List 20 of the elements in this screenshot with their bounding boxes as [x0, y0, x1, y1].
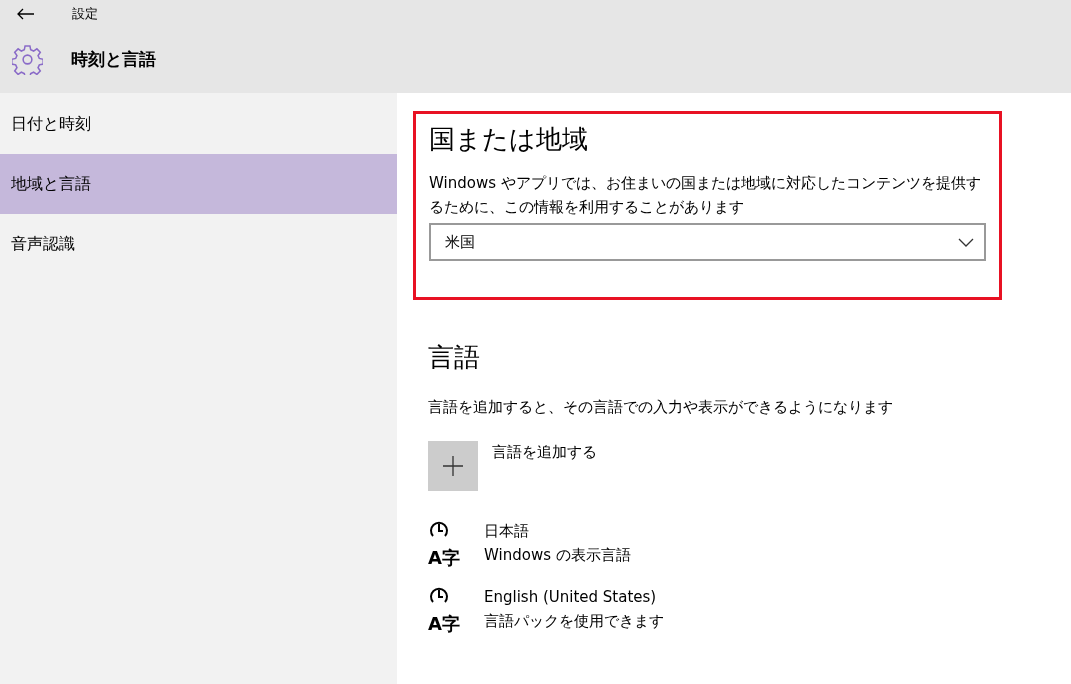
language-name[interactable]: English (United States)	[484, 585, 664, 609]
region-description: Windows やアプリでは、お住まいの国または地域に対応したコンテンツを提供するために、この情報を利用することがあります	[429, 173, 982, 218]
section-heading: 言語	[428, 341, 481, 374]
plus-icon	[443, 456, 463, 476]
add-language-button[interactable]	[428, 441, 478, 491]
sidebar-item[interactable]: 地域と言語	[0, 154, 397, 214]
language-status: 言語パックを使用できます	[484, 611, 664, 632]
settings-icon	[12, 43, 43, 75]
section-heading: 国または地域	[429, 123, 589, 156]
language-name[interactable]: 日本語	[484, 519, 631, 543]
back-arrow-icon	[17, 8, 35, 20]
language-status: Windows の表示言語	[484, 545, 631, 566]
add-language-label[interactable]: 言語を追加する	[492, 443, 597, 462]
chevron-down-icon	[958, 237, 974, 247]
sidebar-item[interactable]: 音声認識	[0, 214, 397, 274]
page-title: 時刻と言語	[71, 47, 156, 71]
sidebar-item[interactable]: 日付と時刻	[0, 94, 397, 154]
window-title: 設定	[72, 5, 98, 23]
country-dropdown[interactable]: 米国	[429, 223, 986, 261]
language-description: 言語を追加すると、その言語での入力や表示ができるようになります	[428, 397, 894, 418]
